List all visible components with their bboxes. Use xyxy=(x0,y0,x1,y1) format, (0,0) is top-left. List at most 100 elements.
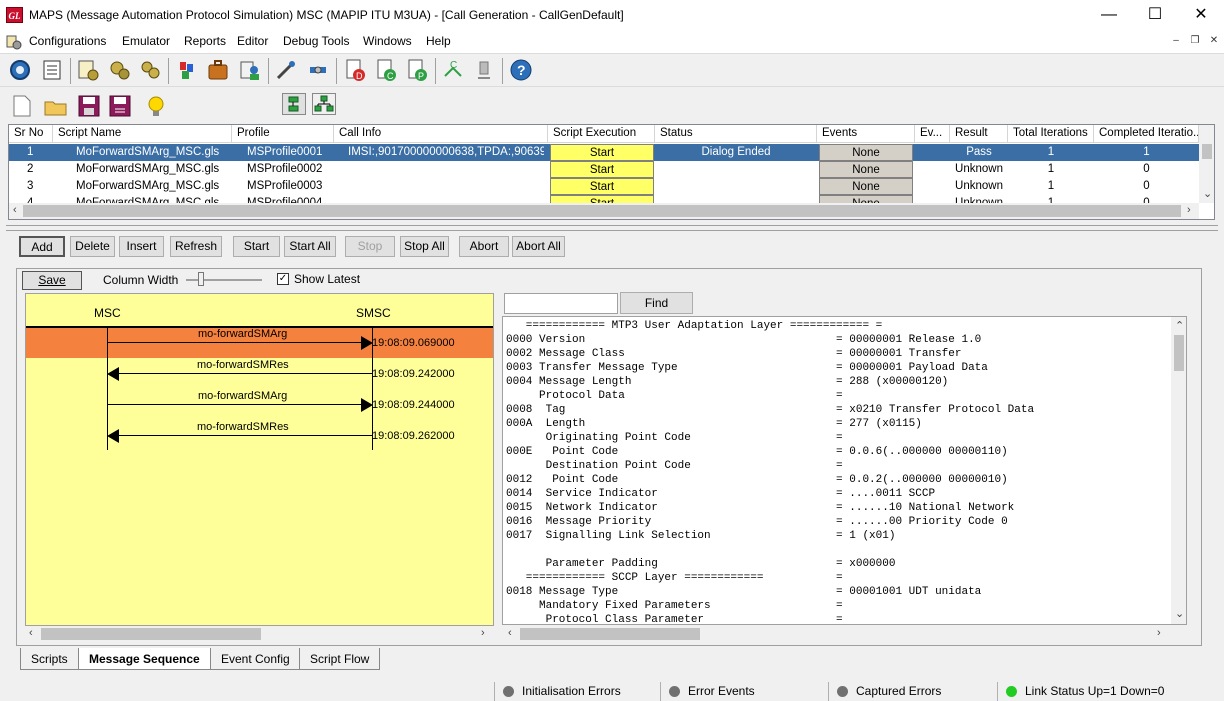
menu-debug-tools[interactable]: Debug Tools xyxy=(283,34,350,48)
start-all-button[interactable]: Start All xyxy=(284,236,336,257)
mdi-app-icon[interactable] xyxy=(6,34,22,50)
save-as-icon[interactable] xyxy=(109,95,131,117)
doc-d-icon[interactable]: D xyxy=(343,58,367,82)
mdi-minimize-button[interactable]: – xyxy=(1169,35,1183,48)
scroll-right-arrow-icon[interactable]: › xyxy=(481,627,485,639)
menu-reports[interactable]: Reports xyxy=(184,34,226,48)
start-script-button[interactable]: Start xyxy=(550,161,654,178)
tab-script-flow[interactable]: Script Flow xyxy=(299,648,381,670)
save-sequence-button[interactable]: Save xyxy=(22,271,82,290)
tab-event-config[interactable]: Event Config xyxy=(210,648,301,670)
lightbulb-icon[interactable] xyxy=(146,95,166,119)
expand-tree-icon[interactable] xyxy=(282,93,306,115)
table-row[interactable]: 1 MoForwardSMArg_MSC.gls MSProfile0001 I… xyxy=(9,144,1199,161)
tab-scripts[interactable]: Scripts xyxy=(20,648,79,670)
status-error-events[interactable]: Error Events xyxy=(660,682,828,701)
sequence-hscrollbar[interactable]: ‹ › xyxy=(25,626,494,642)
scroll-left-arrow-icon[interactable]: ‹ xyxy=(13,204,17,216)
col-header-profile[interactable]: Profile xyxy=(232,125,334,143)
col-header-script-execution[interactable]: Script Execution xyxy=(548,125,655,143)
scroll-right-arrow-icon[interactable]: › xyxy=(1157,627,1161,639)
col-header-ev[interactable]: Ev... xyxy=(915,125,950,143)
hierarchy-icon[interactable] xyxy=(312,93,336,115)
notebook-icon[interactable] xyxy=(40,58,64,82)
gears-icon[interactable] xyxy=(108,58,132,82)
gears-small-icon[interactable] xyxy=(138,58,162,82)
find-button[interactable]: Find xyxy=(620,292,693,314)
tab-message-sequence[interactable]: Message Sequence xyxy=(78,648,211,670)
abort-button[interactable]: Abort xyxy=(459,236,509,257)
message-label[interactable]: mo-forwardSMArg xyxy=(198,328,287,340)
menu-windows[interactable]: Windows xyxy=(363,34,412,48)
decode-pane[interactable]: ============ MTP3 User Adaptation Layer … xyxy=(502,316,1187,625)
status-captured-errors[interactable]: Captured Errors xyxy=(828,682,997,701)
abort-all-button[interactable]: Abort All xyxy=(512,236,565,257)
message-label[interactable]: mo-forwardSMRes xyxy=(197,359,289,371)
message-label[interactable]: mo-forwardSMArg xyxy=(198,390,287,402)
menu-emulator[interactable]: Emulator xyxy=(122,34,170,48)
mdi-close-button[interactable]: ✕ xyxy=(1207,35,1221,48)
satellite-icon[interactable] xyxy=(306,58,330,82)
call-flow-c-icon[interactable]: C xyxy=(441,58,465,82)
col-header-result[interactable]: Result xyxy=(950,125,1008,143)
scroll-down-arrow-icon[interactable]: ⌄ xyxy=(1175,607,1184,620)
col-header-script-name[interactable]: Script Name xyxy=(53,125,232,143)
scroll-up-arrow-icon[interactable]: ⌃ xyxy=(1175,319,1184,332)
scroll-right-arrow-icon[interactable]: › xyxy=(1187,204,1191,216)
close-button[interactable]: ✕ xyxy=(1178,0,1224,31)
table-row[interactable]: 2 MoForwardSMArg_MSC.gls MSProfile0002 S… xyxy=(9,161,1199,178)
minimize-button[interactable]: — xyxy=(1086,0,1132,31)
add-button[interactable]: Add xyxy=(19,236,65,257)
sequence-hscroll-thumb[interactable] xyxy=(41,628,261,640)
decode-vscroll-thumb[interactable] xyxy=(1174,335,1184,371)
status-link[interactable]: Link Status Up=1 Down=0 xyxy=(997,682,1217,701)
table-row[interactable]: 3 MoForwardSMArg_MSC.gls MSProfile0003 S… xyxy=(9,178,1199,195)
col-header-total-iterations[interactable]: Total Iterations xyxy=(1008,125,1094,143)
events-button[interactable]: None xyxy=(819,161,913,178)
menu-editor[interactable]: Editor xyxy=(237,34,268,48)
scroll-left-arrow-icon[interactable]: ‹ xyxy=(29,627,33,639)
col-header-completed-iterations[interactable]: Completed Iteratio... xyxy=(1094,125,1199,143)
grid-horizontal-scrollbar[interactable]: ‹ › xyxy=(9,203,1199,219)
message-label[interactable]: mo-forwardSMRes xyxy=(197,421,289,433)
open-folder-icon[interactable] xyxy=(44,97,68,117)
doc-c-icon[interactable]: C xyxy=(374,58,398,82)
find-input[interactable] xyxy=(504,293,618,314)
stop-button[interactable]: Stop xyxy=(345,236,395,257)
menu-configurations[interactable]: Configurations xyxy=(29,34,106,48)
doc-p-icon[interactable]: P xyxy=(405,58,429,82)
stop-all-button[interactable]: Stop All xyxy=(400,236,449,257)
refresh-button[interactable]: Refresh xyxy=(170,236,222,257)
column-width-slider-thumb[interactable] xyxy=(198,272,204,286)
mdi-restore-button[interactable]: ❐ xyxy=(1188,35,1202,48)
briefcase-icon[interactable] xyxy=(206,58,230,82)
decode-vscrollbar[interactable]: ⌃ ⌄ xyxy=(1171,317,1186,624)
settings-gear-icon[interactable] xyxy=(8,58,32,82)
events-button[interactable]: None xyxy=(819,144,913,161)
splitter[interactable] xyxy=(6,225,1218,231)
wand-check-icon[interactable] xyxy=(274,58,298,82)
debug-tool-icon[interactable] xyxy=(472,58,496,82)
save-disk-icon[interactable] xyxy=(78,95,100,117)
col-header-events[interactable]: Events xyxy=(817,125,915,143)
start-script-button[interactable]: Start xyxy=(550,144,654,161)
user-profile-icon[interactable] xyxy=(238,58,262,82)
decode-hscrollbar[interactable]: ‹ › xyxy=(502,626,1187,642)
col-header-call-info[interactable]: Call Info xyxy=(334,125,548,143)
events-button[interactable]: None xyxy=(819,178,913,195)
start-button[interactable]: Start xyxy=(233,236,280,257)
scroll-left-arrow-icon[interactable]: ‹ xyxy=(508,627,512,639)
grid-hscroll-thumb[interactable] xyxy=(23,205,1181,217)
delete-button[interactable]: Delete xyxy=(70,236,115,257)
colored-blocks-icon[interactable] xyxy=(175,58,199,82)
grid-vscroll-thumb[interactable] xyxy=(1202,144,1212,159)
col-header-status[interactable]: Status xyxy=(655,125,817,143)
maximize-button[interactable]: ☐ xyxy=(1132,0,1178,31)
help-icon[interactable]: ? xyxy=(509,58,533,82)
decode-hscroll-thumb[interactable] xyxy=(520,628,700,640)
start-script-button[interactable]: Start xyxy=(550,178,654,195)
insert-button[interactable]: Insert xyxy=(119,236,164,257)
status-init-errors[interactable]: Initialisation Errors xyxy=(494,682,660,701)
script-edit-icon[interactable] xyxy=(76,58,100,82)
col-header-sr-no[interactable]: Sr No xyxy=(9,125,53,143)
